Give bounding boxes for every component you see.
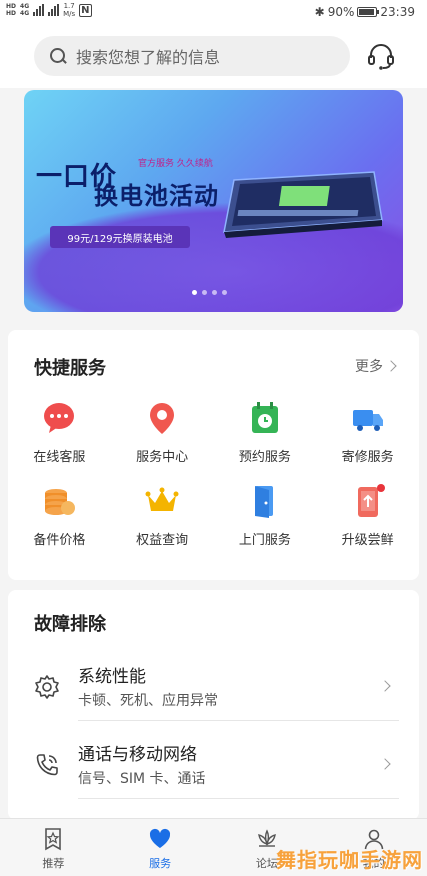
- net1-label: 4G: [20, 3, 30, 10]
- banner-price-badge: 99元/129元换原装电池: [50, 226, 190, 248]
- service-label: 权益查询: [136, 533, 189, 548]
- service-label: 备件价格: [33, 533, 86, 548]
- net2-label: 4G: [20, 10, 30, 17]
- notification-badge: [376, 484, 385, 492]
- network-type: 4G 4G: [20, 3, 29, 17]
- search-icon: [48, 46, 68, 66]
- location-pin-icon: [150, 403, 175, 434]
- service-appointment[interactable]: 预约服务: [214, 400, 317, 465]
- status-bar: HD HD 4G 4G 1.7 M/s N ✱ 90% 23:39: [0, 0, 427, 24]
- troubleshooting-title: 故障排除: [34, 614, 106, 635]
- calendar-clock-icon: [251, 402, 278, 433]
- service-label: 寄修服务: [341, 450, 394, 465]
- more-link[interactable]: 更多: [355, 356, 397, 376]
- watermark: 舞指玩咖手游网: [276, 848, 423, 872]
- divider: [78, 720, 399, 721]
- nav-label: 推荐: [42, 857, 65, 870]
- item-title: 通话与移动网络: [78, 745, 197, 765]
- upgrade-phone-icon: [357, 484, 385, 517]
- service-upgrade[interactable]: 升级尝鲜: [316, 483, 419, 548]
- search-placeholder: 搜索您想了解的信息: [76, 48, 221, 67]
- chevron-right-icon: [385, 360, 397, 372]
- item-subtitle: 卡顿、死机、应用异常: [78, 693, 218, 709]
- service-label: 在线客服: [33, 450, 86, 465]
- divider: [78, 798, 399, 799]
- pager-dot[interactable]: [192, 290, 197, 295]
- pager-dot[interactable]: [212, 290, 217, 295]
- service-online-chat[interactable]: 在线客服: [8, 400, 111, 465]
- network-speed: 1.7 M/s: [63, 2, 75, 18]
- signal2-icon: [48, 4, 60, 16]
- service-onsite[interactable]: 上门服务: [214, 483, 317, 548]
- door-icon: [254, 486, 273, 518]
- quick-services-title: 快捷服务: [34, 358, 106, 379]
- more-label: 更多: [355, 359, 383, 375]
- gear-icon: [35, 675, 59, 699]
- headset-icon[interactable]: [366, 41, 396, 71]
- item-title: 系统性能: [78, 667, 146, 687]
- crown-icon: [145, 487, 179, 511]
- clock: 23:39: [380, 5, 415, 19]
- speed-value: 1.7: [63, 2, 75, 10]
- trouble-item-call-network[interactable]: 通话与移动网络 信号、SIM 卡、通话: [8, 734, 419, 804]
- trouble-item-system-performance[interactable]: 系统性能 卡顿、死机、应用异常: [8, 656, 419, 726]
- service-benefits[interactable]: 权益查询: [111, 483, 214, 548]
- nav-label: 论坛: [255, 857, 278, 870]
- chevron-right-icon: [379, 680, 391, 692]
- status-left: HD HD 4G 4G 1.7 M/s N: [6, 2, 92, 18]
- service-grid: 在线客服 服务中心 预约服务 寄修服务 备件价格 权益查询 上门服务 升级尝鲜: [8, 400, 419, 548]
- promo-banner[interactable]: 官方服务 久久续航 一口价 换电池活动 99元/129元换原装电池: [24, 90, 403, 312]
- heart-icon: [150, 828, 171, 848]
- battery-icon: [357, 7, 380, 17]
- speed-unit: M/s: [63, 10, 76, 18]
- banner-pager[interactable]: [192, 290, 227, 295]
- service-mail-repair[interactable]: 寄修服务: [316, 400, 419, 465]
- nfc-icon: N: [79, 3, 92, 17]
- phone-battery-illustration: [223, 171, 383, 238]
- chevron-right-icon: [379, 758, 391, 770]
- battery-fill: [359, 9, 374, 15]
- service-label: 升级尝鲜: [341, 533, 394, 548]
- item-subtitle: 信号、SIM 卡、通话: [78, 771, 206, 787]
- hd1-label: HD: [6, 3, 17, 10]
- quick-services-card: 快捷服务 更多 在线客服 服务中心 预约服务 寄修服务 备件价格 权益查询 上门…: [8, 330, 419, 580]
- hd2-label: HD: [6, 10, 17, 17]
- star-bookmark-icon: [45, 828, 62, 851]
- truck-icon: [352, 410, 383, 431]
- chat-bubble-icon: [44, 403, 75, 433]
- service-parts-price[interactable]: 备件价格: [8, 483, 111, 548]
- signal-icon: [33, 4, 45, 16]
- nav-recommend[interactable]: 推荐: [0, 819, 107, 876]
- phone-call-icon: [36, 754, 58, 776]
- service-label: 预约服务: [238, 450, 291, 465]
- troubleshooting-card: 故障排除 系统性能 卡顿、死机、应用异常 通话与移动网络 信号、SIM 卡、通话: [8, 590, 419, 820]
- search-input[interactable]: 搜索您想了解的信息: [34, 36, 350, 76]
- battery-percent: 90%: [327, 5, 355, 19]
- service-label: 服务中心: [136, 450, 189, 465]
- bluetooth-icon: ✱: [314, 5, 325, 19]
- service-center[interactable]: 服务中心: [111, 400, 214, 465]
- header: 搜索您想了解的信息: [0, 24, 427, 88]
- service-label: 上门服务: [238, 533, 291, 548]
- pager-dot[interactable]: [202, 290, 207, 295]
- hd-indicator: HD HD: [6, 3, 16, 17]
- nav-label: 服务: [149, 857, 172, 870]
- pager-dot[interactable]: [222, 290, 227, 295]
- banner-tag: 官方服务 久久续航: [138, 159, 213, 169]
- status-right: ✱ 90% 23:39: [315, 5, 415, 19]
- coins-icon: [45, 489, 76, 515]
- banner-title-line2: 换电池活动: [94, 182, 219, 210]
- nav-service[interactable]: 服务: [107, 819, 214, 876]
